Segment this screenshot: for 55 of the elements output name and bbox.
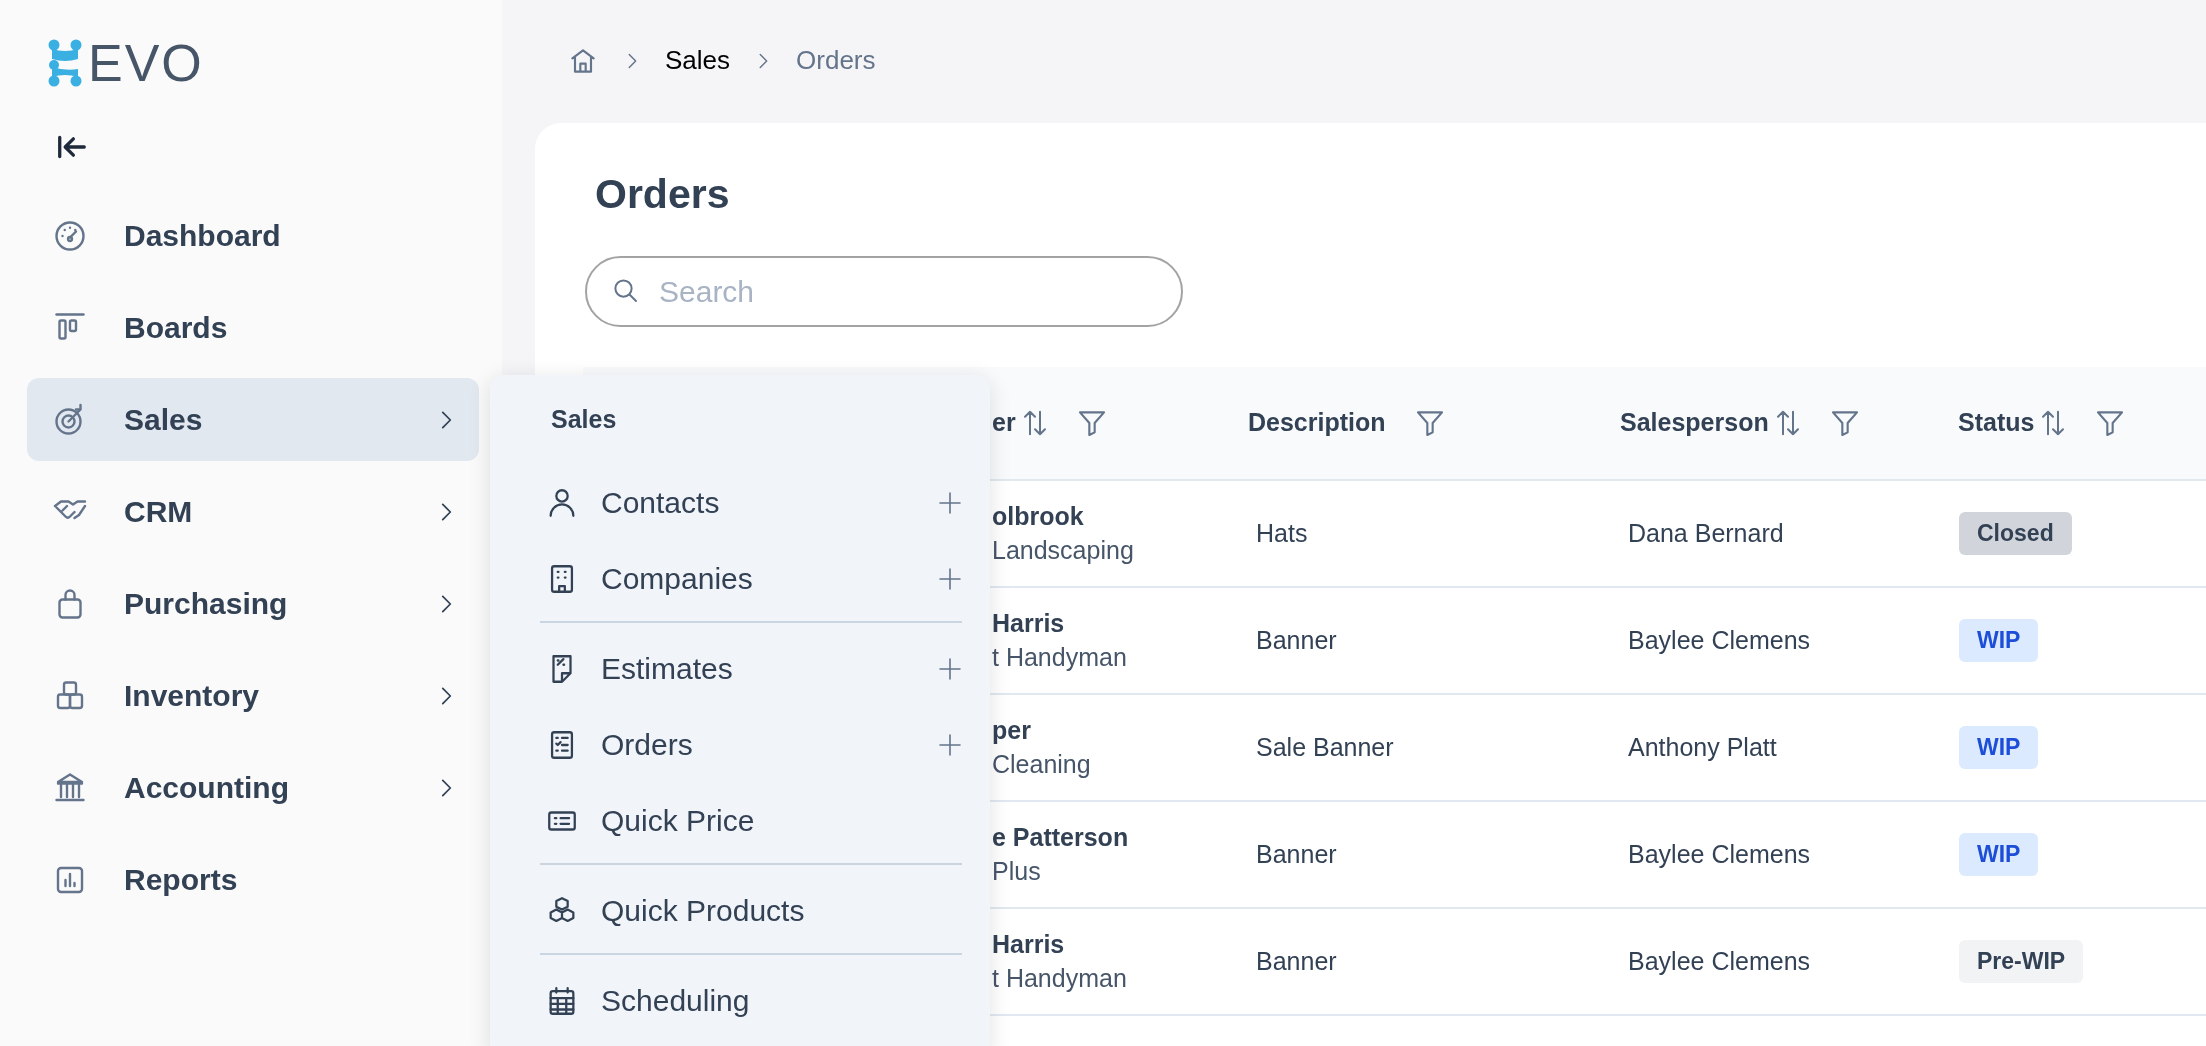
table-cell: Banner	[1256, 946, 1337, 975]
submenu-item[interactable]: Orders	[540, 706, 962, 783]
table-cell: Banner	[1256, 839, 1337, 868]
table-cell: Sale Banner	[1256, 732, 1394, 761]
submenu-item[interactable]: Estimates	[540, 620, 962, 707]
add-icon[interactable]	[938, 490, 962, 515]
submenu-item[interactable]: Quick Products	[540, 862, 962, 949]
customer-name: olbrook	[992, 500, 1085, 532]
column-header: Salesperson	[1620, 407, 1769, 439]
status-badge: WIP	[1959, 726, 2039, 769]
company-name: Plus	[992, 855, 1042, 887]
company-name: t Handyman	[992, 641, 1128, 673]
submenu-item[interactable]: Scheduling	[540, 952, 962, 1039]
status-badge: Pre-WIP	[1959, 940, 2084, 983]
table-cell: Dana Bernard	[1628, 518, 1784, 547]
add-icon[interactable]	[938, 656, 962, 681]
customer-name: Harris	[992, 928, 1066, 960]
sidebar-item[interactable]: CRM	[27, 470, 479, 553]
submenu-item[interactable]: Quick Price	[540, 782, 962, 859]
add-icon[interactable]	[938, 566, 962, 591]
add-icon[interactable]	[938, 732, 962, 757]
page-title: Orders	[595, 170, 731, 219]
status-badge: WIP	[1959, 619, 2039, 662]
sidebar-item[interactable]: Inventory	[27, 654, 479, 737]
company-name: t Handyman	[992, 962, 1128, 994]
table-cell: Banner	[1256, 625, 1337, 654]
company-name: Cleaning	[992, 748, 1092, 780]
sidebar-item[interactable]: Sales	[27, 378, 479, 461]
column-header: Status	[1958, 407, 2035, 439]
table-cell: Hats	[1256, 518, 1308, 547]
submenu-title: Sales	[551, 404, 618, 435]
sidebar-item[interactable]: Reports	[27, 838, 479, 921]
submenu-item[interactable]: Companies	[540, 540, 962, 617]
status-badge: WIP	[1959, 833, 2039, 876]
company-name: Landscaping	[992, 534, 1135, 566]
table-cell: Baylee Clemens	[1628, 625, 1811, 654]
logo-icon	[48, 39, 82, 87]
column-header: er	[992, 407, 1016, 439]
breadcrumb-link[interactable]: Orders	[796, 41, 876, 80]
column-header: Description	[1248, 407, 1386, 439]
status-badge: Closed	[1959, 512, 2072, 555]
sidebar-item[interactable]: Dashboard	[27, 194, 479, 277]
breadcrumb-link[interactable]: Sales	[665, 41, 731, 80]
sidebar-item[interactable]: Accounting	[27, 746, 479, 829]
table-cell: Baylee Clemens	[1628, 839, 1811, 868]
customer-name: e Patterson	[992, 821, 1130, 853]
customer-name: per	[992, 714, 1032, 746]
sidebar-item[interactable]: Purchasing	[27, 562, 479, 645]
sidebar-item[interactable]: Boards	[27, 286, 479, 369]
table-cell: Baylee Clemens	[1628, 946, 1811, 975]
customer-name: Harris	[992, 607, 1066, 639]
table-cell: Anthony Platt	[1628, 732, 1777, 761]
submenu-item[interactable]: Contacts	[540, 464, 962, 541]
search-field[interactable]: Search	[585, 256, 1183, 328]
logo-text: EVO	[88, 37, 204, 89]
